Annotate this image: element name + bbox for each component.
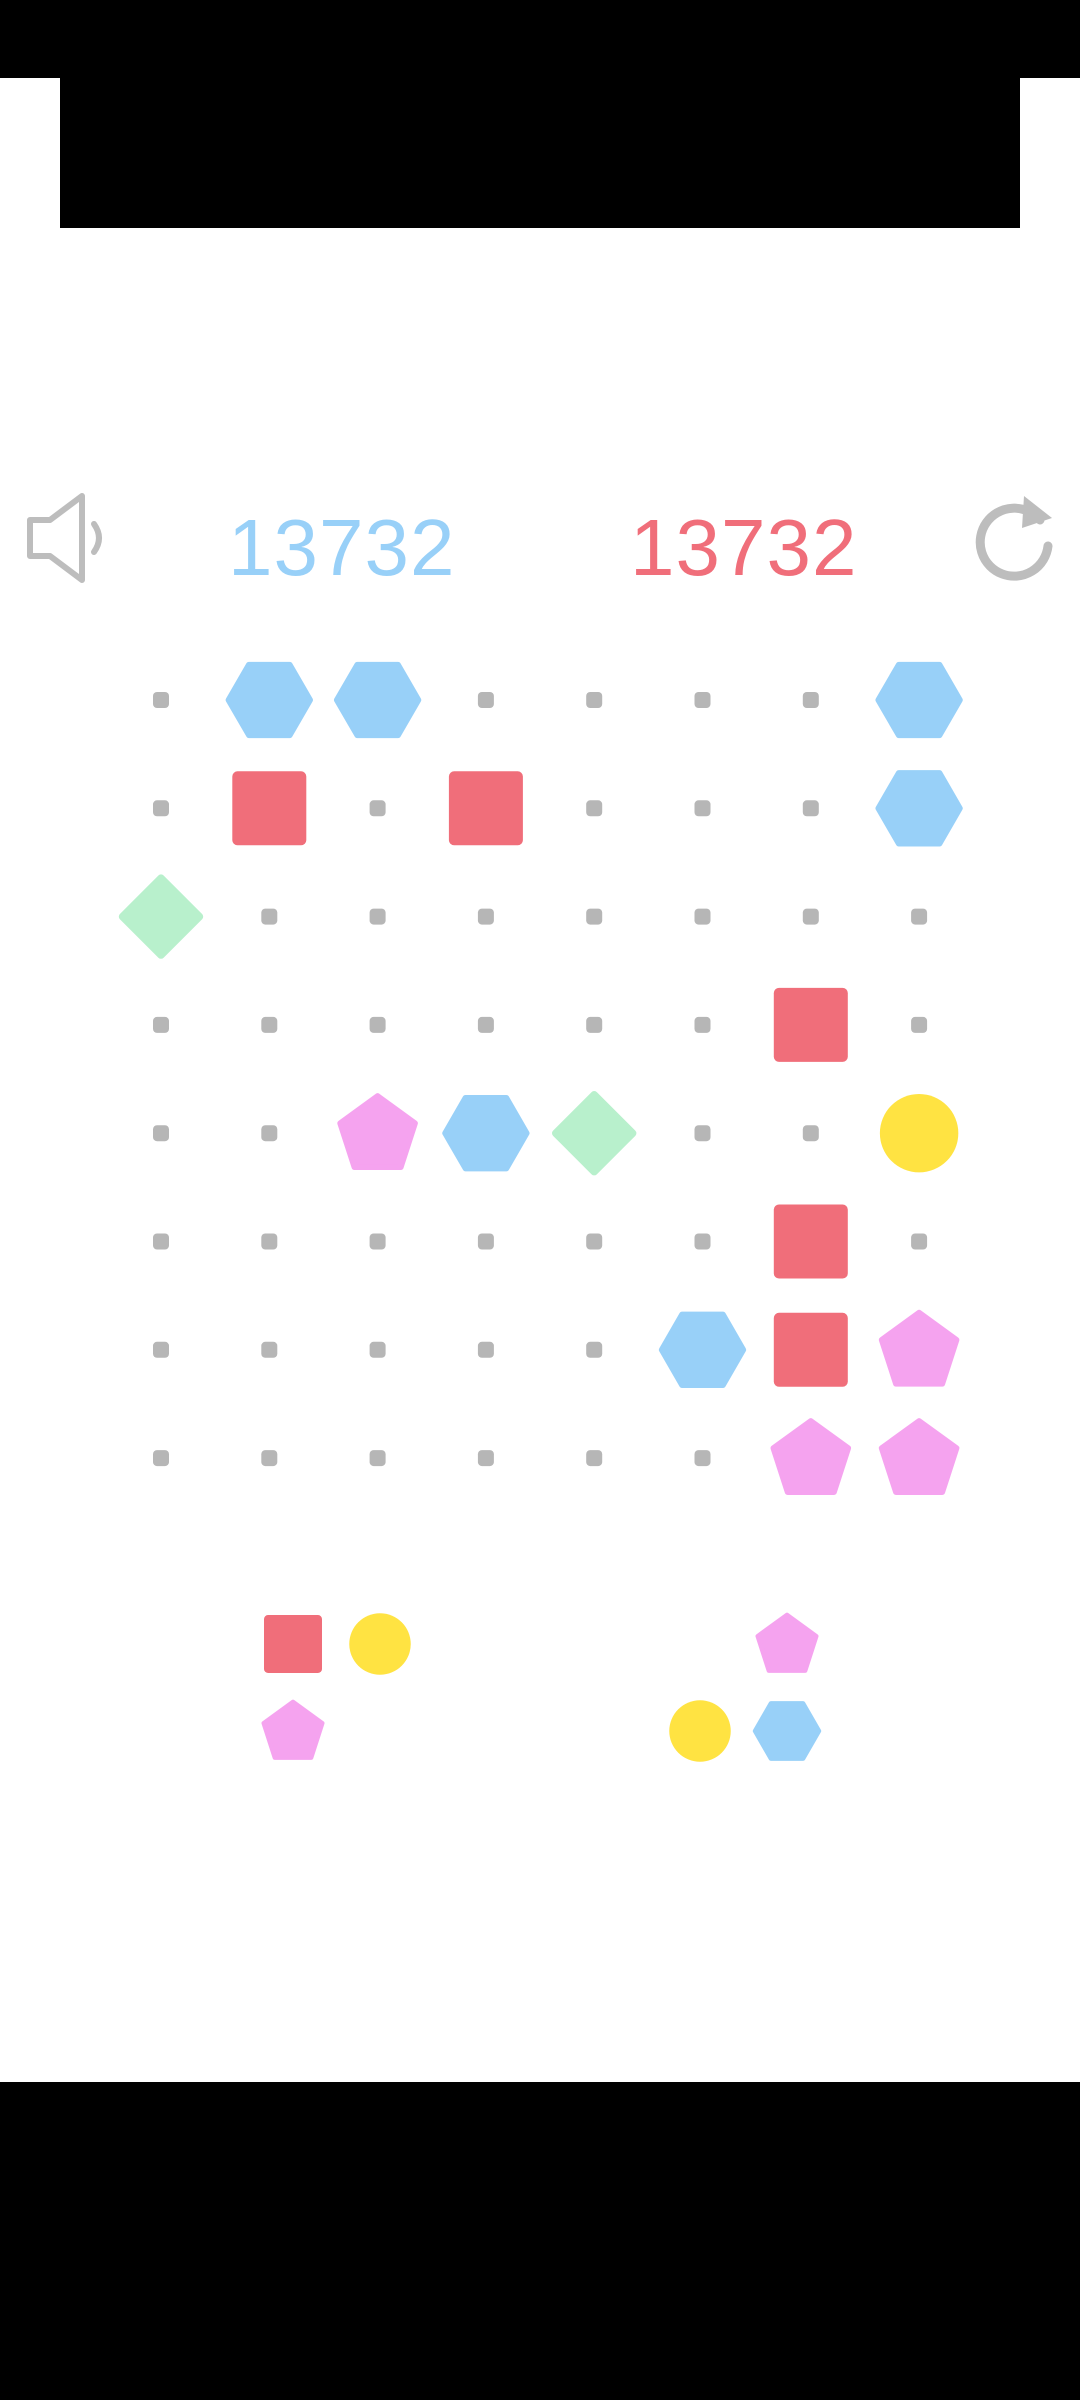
square-piece[interactable] <box>448 771 523 846</box>
diamond-piece[interactable] <box>552 1090 637 1176</box>
empty-cell[interactable] <box>369 1450 386 1467</box>
empty-cell[interactable] <box>153 1125 169 1142</box>
empty-cell[interactable] <box>802 692 819 708</box>
pentagon-piece[interactable] <box>755 1612 819 1673</box>
square-piece[interactable] <box>264 1615 322 1673</box>
hexagon-piece[interactable] <box>442 1095 530 1172</box>
hexagon-piece[interactable] <box>875 661 963 739</box>
game-board <box>118 661 963 1762</box>
empty-cell[interactable] <box>261 1341 278 1358</box>
empty-cell[interactable] <box>261 908 278 925</box>
empty-cell[interactable] <box>911 1233 928 1250</box>
empty-cell[interactable] <box>802 800 819 817</box>
empty-cell[interactable] <box>261 1125 278 1142</box>
empty-cell[interactable] <box>153 1016 169 1033</box>
empty-cell[interactable] <box>911 908 928 925</box>
empty-cell[interactable] <box>586 908 603 925</box>
empty-cell[interactable] <box>586 800 603 817</box>
empty-cell[interactable] <box>477 1450 494 1467</box>
empty-cell[interactable] <box>694 908 711 925</box>
empty-cell[interactable] <box>694 692 711 708</box>
empty-cell[interactable] <box>586 1450 603 1467</box>
empty-cell[interactable] <box>261 1016 278 1033</box>
diamond-piece[interactable] <box>118 874 204 959</box>
pentagon-piece[interactable] <box>878 1418 960 1495</box>
empty-cell[interactable] <box>586 1016 603 1033</box>
hexagon-piece[interactable] <box>752 1701 822 1761</box>
empty-cell[interactable] <box>153 692 169 708</box>
empty-cell[interactable] <box>477 692 494 708</box>
empty-cell[interactable] <box>369 800 386 817</box>
circle-piece[interactable] <box>349 1613 411 1675</box>
empty-cell[interactable] <box>586 692 603 708</box>
navigation-bar <box>0 2082 1080 2400</box>
square-piece[interactable] <box>773 1312 848 1387</box>
empty-cell[interactable] <box>369 1233 386 1250</box>
empty-cell[interactable] <box>477 1341 494 1358</box>
pentagon-piece[interactable] <box>878 1309 960 1387</box>
empty-cell[interactable] <box>802 1125 819 1142</box>
hexagon-piece[interactable] <box>658 1311 747 1388</box>
empty-cell[interactable] <box>477 1233 494 1250</box>
empty-cell[interactable] <box>586 1341 603 1358</box>
empty-cell[interactable] <box>153 800 169 817</box>
empty-cell[interactable] <box>586 1233 603 1250</box>
empty-cell[interactable] <box>477 1016 494 1033</box>
empty-cell[interactable] <box>694 800 711 817</box>
square-piece[interactable] <box>232 771 307 846</box>
circle-piece[interactable] <box>879 1093 959 1173</box>
pentagon-piece[interactable] <box>261 1699 325 1760</box>
empty-cell[interactable] <box>694 1450 711 1467</box>
empty-cell[interactable] <box>369 1016 386 1033</box>
empty-cell[interactable] <box>153 1341 169 1358</box>
pentagon-piece[interactable] <box>770 1418 852 1495</box>
empty-cell[interactable] <box>153 1233 169 1250</box>
square-piece[interactable] <box>773 1204 848 1279</box>
empty-cell[interactable] <box>261 1233 278 1250</box>
pentagon-piece[interactable] <box>337 1093 418 1171</box>
square-piece[interactable] <box>773 987 848 1062</box>
empty-cell[interactable] <box>477 908 494 925</box>
empty-cell[interactable] <box>911 1016 928 1033</box>
piece-left[interactable] <box>261 1613 411 1760</box>
hexagon-piece[interactable] <box>875 770 963 847</box>
piece-right[interactable] <box>669 1612 822 1762</box>
empty-cell[interactable] <box>694 1016 711 1033</box>
hexagon-piece[interactable] <box>333 661 422 739</box>
empty-cell[interactable] <box>369 1341 386 1358</box>
empty-cell[interactable] <box>369 908 386 925</box>
empty-cell[interactable] <box>261 1450 278 1467</box>
empty-cell[interactable] <box>694 1233 711 1250</box>
empty-cell[interactable] <box>694 1125 711 1142</box>
empty-cell[interactable] <box>802 908 819 925</box>
circle-piece[interactable] <box>669 1700 731 1762</box>
hexagon-piece[interactable] <box>225 661 313 739</box>
empty-cell[interactable] <box>153 1450 169 1467</box>
